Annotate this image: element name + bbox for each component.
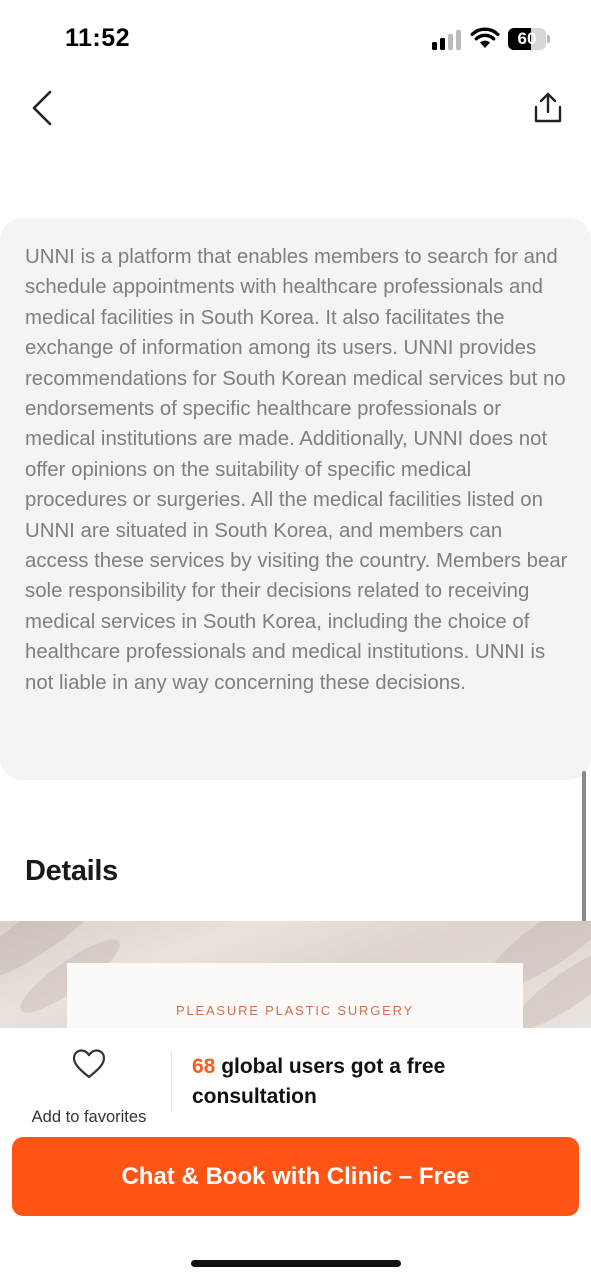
signal-icon bbox=[432, 30, 461, 50]
details-heading: Details bbox=[25, 855, 118, 887]
details-image: PLEASURE PLASTIC SURGERY bbox=[0, 921, 591, 1029]
status-bar: 11:52 60 bbox=[0, 0, 591, 80]
disclaimer-card: UNNI is a platform that enables members … bbox=[0, 218, 591, 780]
battery-icon: 60 bbox=[508, 28, 550, 50]
divider bbox=[171, 1052, 172, 1112]
chevron-left-icon bbox=[32, 90, 52, 126]
add-to-favorites-button[interactable]: Add to favorites bbox=[14, 1044, 164, 1126]
home-indicator[interactable] bbox=[191, 1260, 401, 1267]
disclaimer-text: UNNI is a platform that enables members … bbox=[25, 246, 568, 694]
chat-book-button[interactable]: Chat & Book with Clinic – Free bbox=[12, 1137, 579, 1216]
consultation-stat: 68 global users got a free consultation bbox=[192, 1052, 522, 1112]
share-button[interactable] bbox=[526, 86, 570, 130]
wifi-icon bbox=[470, 27, 500, 48]
heart-icon bbox=[72, 1049, 106, 1079]
back-button[interactable] bbox=[20, 86, 64, 130]
consultation-count: 68 bbox=[192, 1055, 216, 1078]
clinic-name-caption: PLEASURE PLASTIC SURGERY bbox=[175, 1003, 415, 1018]
status-time: 11:52 bbox=[65, 24, 131, 52]
chat-book-button-label: Chat & Book with Clinic – Free bbox=[121, 1162, 470, 1190]
clinic-banner-card: PLEASURE PLASTIC SURGERY bbox=[67, 963, 523, 1029]
share-icon bbox=[534, 92, 562, 123]
bottom-action-bar: Add to favorites 68 global users got a f… bbox=[0, 1028, 591, 1280]
add-to-favorites-label: Add to favorites bbox=[31, 1108, 147, 1126]
battery-percent: 60 bbox=[517, 29, 537, 48]
consultation-stat-text: global users got a free consultation bbox=[192, 1055, 446, 1108]
scroll-indicator[interactable] bbox=[582, 771, 586, 923]
